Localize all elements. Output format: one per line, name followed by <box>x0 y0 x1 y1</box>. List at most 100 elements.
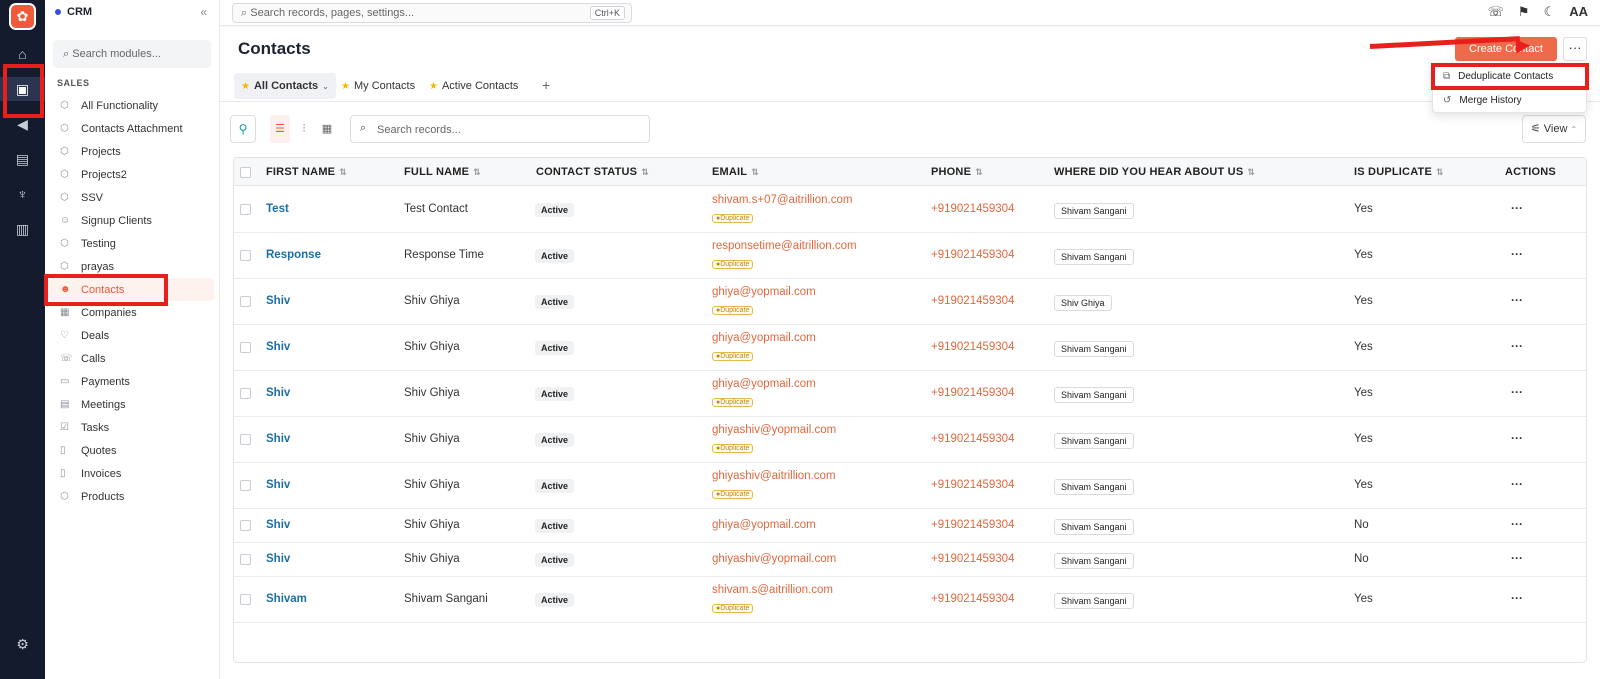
table-row[interactable]: Test Test Contact Active shivam.s+07@aitril… <box>234 187 1586 233</box>
table-row[interactable]: Shiv Shiv Ghiya Active ghiya@yopmail.com ●Du… <box>234 371 1586 417</box>
col-source[interactable]: WHERE DID YOU HEAR ABOUT US ⇅ <box>1054 166 1255 178</box>
first-name-link[interactable]: Shiv <box>266 479 290 491</box>
module-search-input[interactable]: ⌕ Search modules... <box>53 40 211 68</box>
email-link[interactable]: ghiya@yopmail.com <box>712 286 816 298</box>
row-checkbox[interactable] <box>240 342 251 353</box>
grid-view-icon[interactable]: ▦ <box>317 115 337 143</box>
phone-link[interactable]: +919021459304 <box>931 249 1014 261</box>
sidebar-item-prayas[interactable]: ⬡ prayas <box>48 255 214 278</box>
phone-link[interactable]: +919021459304 <box>931 433 1014 445</box>
row-actions-button[interactable]: ··· <box>1511 551 1523 565</box>
row-checkbox[interactable] <box>240 250 251 261</box>
table-row[interactable]: Shiv Shiv Ghiya Active ghiyashiv@yopmail.co… <box>234 543 1586 577</box>
briefcase-icon[interactable]: ▣ <box>0 77 45 101</box>
email-link[interactable]: ghiyashiv@yopmail.com <box>712 553 836 565</box>
sidebar-item-contacts[interactable]: ☻ Contacts <box>48 278 214 301</box>
phone-link[interactable]: +919021459304 <box>931 479 1014 491</box>
col-full-name[interactable]: FULL NAME ⇅ <box>404 166 481 178</box>
col-contact-status[interactable]: CONTACT STATUS ⇅ <box>536 166 649 178</box>
table-row[interactable]: Response Response Time Active responsetime@… <box>234 233 1586 279</box>
inbox-icon[interactable]: ▤ <box>0 147 45 171</box>
email-link[interactable]: shivam.s@aitrillion.com <box>712 584 833 596</box>
email-link[interactable]: ghiyashiv@yopmail.com <box>712 424 836 436</box>
col-is-duplicate[interactable]: IS DUPLICATE ⇅ <box>1354 166 1444 178</box>
first-name-link[interactable]: Shiv <box>266 387 290 399</box>
home-icon[interactable]: ⌂ <box>0 42 45 66</box>
phone-link[interactable]: +919021459304 <box>931 519 1014 531</box>
sidebar-item-contacts-attachment[interactable]: ⬡ Contacts Attachment <box>48 117 214 140</box>
tab-my-contacts[interactable]: ★ My Contacts <box>334 73 422 99</box>
sidebar-item-deals[interactable]: ♡ Deals <box>48 324 214 347</box>
col-phone[interactable]: PHONE ⇅ <box>931 166 983 178</box>
sidebar-item-invoices[interactable]: ▯ Invoices <box>48 462 214 485</box>
phone-link[interactable]: +919021459304 <box>931 553 1014 565</box>
first-name-link[interactable]: Response <box>266 249 321 261</box>
sidebar-item-projects[interactable]: ⬡ Projects <box>48 140 214 163</box>
email-link[interactable]: ghiya@yopmail.com <box>712 378 816 390</box>
col-email[interactable]: EMAIL ⇅ <box>712 166 759 178</box>
sidebar-item-projects2[interactable]: ⬡ Projects2 <box>48 163 214 186</box>
row-actions-button[interactable]: ··· <box>1511 385 1523 399</box>
kanban-view-icon[interactable]: ⫶ <box>294 115 314 143</box>
phone-link[interactable]: +919021459304 <box>931 203 1014 215</box>
first-name-link[interactable]: Shiv <box>266 433 290 445</box>
phone-link[interactable]: +919021459304 <box>931 593 1014 605</box>
first-name-link[interactable]: Shiv <box>266 553 290 565</box>
first-name-link[interactable]: Shiv <box>266 519 290 531</box>
email-link[interactable]: shivam.s+07@aitrillion.com <box>712 194 852 206</box>
font-size-button[interactable]: AA <box>1569 4 1588 20</box>
table-row[interactable]: Shiv Shiv Ghiya Active ghiya@yopmail.com +91… <box>234 509 1586 543</box>
list-view-icon[interactable]: ☰ <box>270 115 290 143</box>
row-checkbox[interactable] <box>240 434 251 445</box>
row-checkbox[interactable] <box>240 388 251 399</box>
menu-merge-history[interactable]: ↺ Merge History <box>1433 88 1586 112</box>
row-checkbox[interactable] <box>240 480 251 491</box>
chart-icon[interactable]: ▥ <box>0 217 45 241</box>
gear-icon[interactable]: ⚙ <box>0 632 45 656</box>
records-search-input[interactable]: ⌕ Search records... <box>350 115 650 143</box>
row-actions-button[interactable]: ··· <box>1511 591 1523 605</box>
first-name-link[interactable]: Shivam <box>266 593 307 605</box>
row-checkbox[interactable] <box>240 204 251 215</box>
first-name-link[interactable]: Test <box>266 203 289 215</box>
row-actions-button[interactable]: ··· <box>1511 293 1523 307</box>
sidebar-item-products[interactable]: ⬡ Products <box>48 485 214 508</box>
row-actions-button[interactable]: ··· <box>1511 431 1523 445</box>
megaphone-icon[interactable]: ◀ <box>0 112 45 136</box>
email-link[interactable]: responsetime@aitrillion.com <box>712 240 857 252</box>
email-link[interactable]: ghiya@yopmail.com <box>712 519 816 531</box>
row-actions-button[interactable]: ··· <box>1511 247 1523 261</box>
table-row[interactable]: Shiv Shiv Ghiya Active ghiya@yopmail.com ●Du… <box>234 325 1586 371</box>
tab-all-contacts[interactable]: ★ All Contacts ⌄ <box>234 73 336 99</box>
sidebar-item-companies[interactable]: ▦ Companies <box>48 301 214 324</box>
row-actions-button[interactable]: ··· <box>1511 517 1523 531</box>
collapse-sidebar-button[interactable]: « <box>200 5 207 19</box>
row-checkbox[interactable] <box>240 296 251 307</box>
phone-icon[interactable]: ☏ <box>1488 4 1504 20</box>
bookmark-icon[interactable]: ⚑ <box>1518 4 1530 20</box>
rocket-icon[interactable]: ♆ <box>0 182 45 206</box>
menu-deduplicate-contacts[interactable]: ⧉ Deduplicate Contacts <box>1433 64 1586 88</box>
row-checkbox[interactable] <box>240 594 251 605</box>
table-row[interactable]: Shiv Shiv Ghiya Active ghiya@yopmail.com ●Du… <box>234 279 1586 325</box>
row-actions-button[interactable]: ··· <box>1511 201 1523 215</box>
moon-icon[interactable]: ☾ <box>1544 4 1556 20</box>
col-first-name[interactable]: FIRST NAME ⇅ <box>266 166 347 178</box>
sidebar-item-all-functionality[interactable]: ⬡ All Functionality <box>48 94 214 117</box>
view-button[interactable]: ⚟ View ⌃ <box>1522 115 1586 143</box>
app-logo[interactable]: ✿ <box>9 3 36 30</box>
add-tab-button[interactable]: + <box>542 77 550 93</box>
sidebar-item-payments[interactable]: ▭ Payments <box>48 370 214 393</box>
sidebar-item-testing[interactable]: ⬡ Testing <box>48 232 214 255</box>
more-options-button[interactable]: ··· <box>1563 37 1587 61</box>
tab-active-contacts[interactable]: ★ Active Contacts <box>422 73 525 99</box>
table-row[interactable]: Shivam Shivam Sangani Active shivam.s@aitri… <box>234 577 1586 623</box>
sidebar-item-calls[interactable]: ☏ Calls <box>48 347 214 370</box>
first-name-link[interactable]: Shiv <box>266 295 290 307</box>
sidebar-item-signup-clients[interactable]: ☺ Signup Clients <box>48 209 214 232</box>
email-link[interactable]: ghiya@yopmail.com <box>712 332 816 344</box>
table-row[interactable]: Shiv Shiv Ghiya Active ghiyashiv@aitrillion… <box>234 463 1586 509</box>
sidebar-item-meetings[interactable]: ▤ Meetings <box>48 393 214 416</box>
global-search-input[interactable]: ⌕ Search records, pages, settings... Ctr… <box>232 3 632 23</box>
select-all-checkbox[interactable] <box>240 167 251 178</box>
